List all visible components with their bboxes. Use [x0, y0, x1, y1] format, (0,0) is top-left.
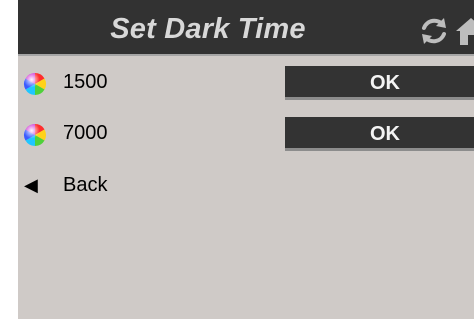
ok-button-1500[interactable]: OK: [285, 66, 474, 100]
value-label: 1500: [63, 71, 108, 93]
setting-row-7000: 7000 OK: [18, 113, 474, 153]
setting-row-1500: 1500 OK: [18, 62, 474, 102]
page-title: Set Dark Time: [110, 13, 306, 45]
back-label: Back: [63, 174, 108, 196]
header-bar: Set Dark Time: [18, 0, 474, 56]
value-label: 7000: [63, 122, 108, 144]
refresh-icon[interactable]: [418, 15, 450, 47]
back-row[interactable]: ◀ Back: [18, 165, 474, 205]
ok-button-7000[interactable]: OK: [285, 117, 474, 151]
color-wheel-icon: [24, 124, 46, 146]
home-icon[interactable]: [456, 16, 474, 46]
color-wheel-icon: [24, 73, 46, 95]
screen: Set Dark Time 1500 OK 7000 OK ◀ Back: [18, 0, 474, 319]
back-arrow-icon: ◀: [24, 175, 38, 195]
